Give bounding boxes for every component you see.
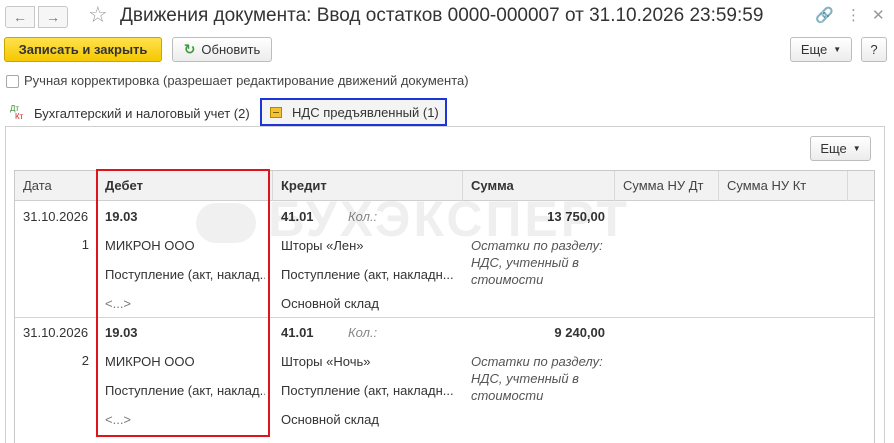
credit-subconto-3: Основной склад [281, 412, 379, 427]
credit-subconto-1: Шторы «Ночь» [281, 354, 371, 369]
manual-edit-label: Ручная корректировка (разрешает редактир… [24, 73, 469, 88]
content-line-3: стоимости [471, 388, 544, 403]
write-and-close-button[interactable]: Записать и закрыть [4, 37, 162, 62]
vat-register-icon [270, 106, 282, 118]
manual-edit-checkbox[interactable] [6, 75, 19, 88]
forward-button[interactable]: → [38, 6, 68, 28]
content-line-3: стоимости [471, 272, 544, 287]
chevron-down-icon: ▼ [833, 45, 842, 54]
debit-column-highlight [96, 169, 270, 437]
more-vertical-icon[interactable]: ⋮ [846, 6, 861, 26]
close-icon[interactable]: ✕ [872, 6, 885, 26]
credit-subconto-3: Основной склад [281, 296, 379, 311]
watermark-text: БУХЭКСПЕРТ [268, 191, 630, 247]
chevron-down-icon: ▼ [852, 144, 861, 153]
column-header-amount-nu-kt[interactable]: Сумма НУ Кт [719, 171, 848, 201]
credit-subconto-2: Поступление (акт, накладн... [281, 383, 454, 398]
more-button[interactable]: Еще ▼ [790, 37, 852, 62]
row-date: 31.10.2026 [23, 209, 89, 224]
table-more-button[interactable]: Еще ▼ [810, 136, 871, 161]
refresh-label: Обновить [201, 42, 261, 57]
back-button[interactable]: ← [5, 6, 35, 28]
row-number: 2 [81, 353, 89, 368]
content-line-2: НДС, учтенный в [471, 371, 579, 386]
tab-vat-label: НДС предъявленный (1) [292, 104, 439, 120]
credit-subconto-2: Поступление (акт, накладн... [281, 267, 454, 282]
tab-accounting[interactable]: Дт Кт Бухгалтерский и налоговый учет (2) [10, 103, 250, 123]
row-number: 1 [81, 237, 89, 252]
title-bar: ← → ☆ Движения документа: Ввод остатков … [0, 0, 894, 34]
row-date: 31.10.2026 [23, 325, 89, 340]
window-title: Движения документа: Ввод остатков 0000-0… [120, 5, 764, 26]
quantity-label: Кол.: [348, 325, 378, 340]
refresh-button[interactable]: ↻ Обновить [172, 37, 272, 62]
content-line-1: Остатки по разделу: [471, 354, 603, 369]
favorite-star-icon[interactable]: ☆ [88, 3, 108, 27]
credit-account: 41.01 [281, 325, 314, 340]
link-icon[interactable]: 🔗 [815, 6, 834, 26]
tab-vat-presented[interactable]: НДС предъявленный (1) [260, 98, 447, 126]
more-label: Еще [800, 42, 828, 57]
amount: 9 240,00 [554, 325, 605, 340]
content-line-2: НДС, учтенный в [471, 255, 579, 270]
column-header-amount-nu-dt[interactable]: Сумма НУ Дт [615, 171, 719, 201]
column-header-date[interactable]: Дата [15, 171, 97, 201]
refresh-icon: ↻ [183, 41, 196, 57]
table-more-label: Еще [820, 141, 847, 156]
arrow-right-icon: → [46, 9, 60, 25]
arrow-left-icon: ← [13, 9, 27, 25]
dt-kt-icon: Дт Кт [10, 104, 24, 121]
tab-accounting-label: Бухгалтерский и налоговый учет (2) [34, 105, 250, 121]
help-button[interactable]: ? [861, 37, 887, 62]
